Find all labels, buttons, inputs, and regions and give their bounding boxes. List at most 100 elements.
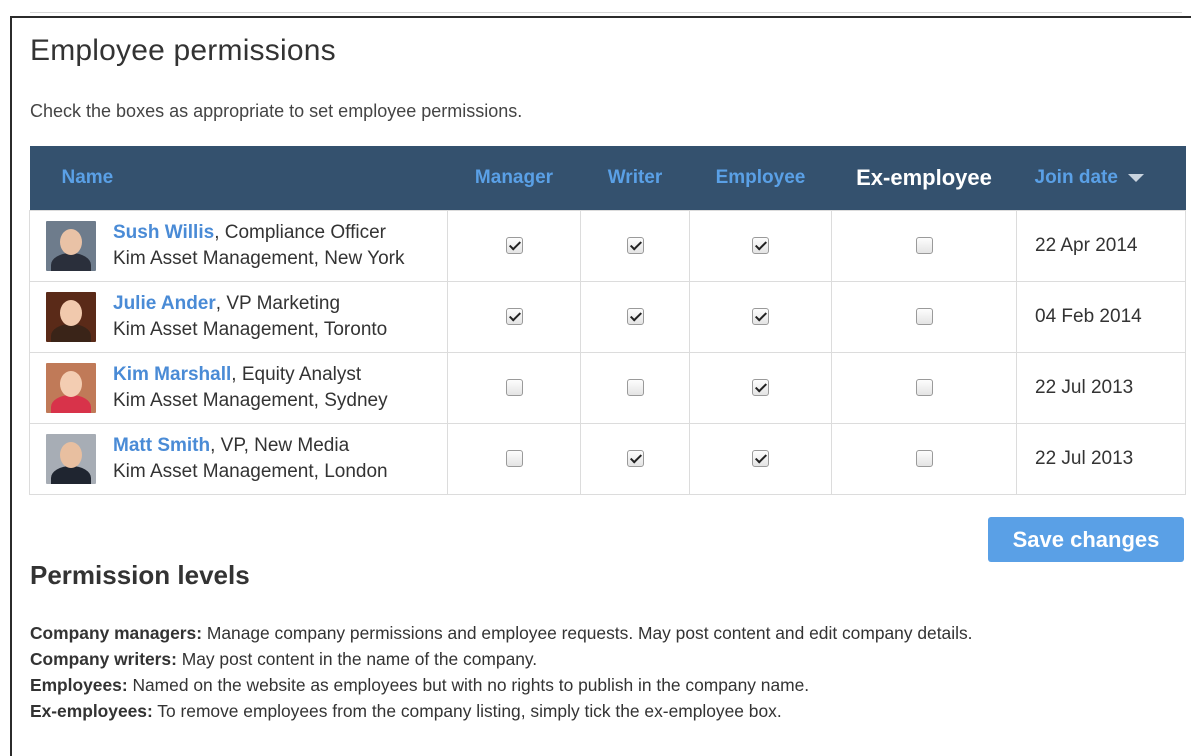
employee-company: Kim Asset Management, Toronto <box>113 318 388 340</box>
table-header-row: Name Manager Writer Employee Ex-employee… <box>29 146 1186 210</box>
ex-employee-checkbox[interactable] <box>915 449 933 467</box>
avatar-face <box>60 370 82 397</box>
cell-employee <box>689 351 832 424</box>
person: Kim Marshall, Equity Analyst Kim Asset Ma… <box>46 362 447 414</box>
join-date: 22 Apr 2014 <box>1016 209 1186 282</box>
cell-writer <box>580 351 690 424</box>
join-date: 22 Jul 2013 <box>1016 351 1186 424</box>
permission-term: Company managers: <box>30 623 203 643</box>
person-text: Kim Marshall, Equity Analyst Kim Asset Ma… <box>113 362 388 414</box>
cell-ex-employee <box>831 280 1017 353</box>
employee-role: , VP, New Media <box>210 434 350 456</box>
cell-ex-employee <box>831 422 1017 495</box>
employee-role: , Equity Analyst <box>231 363 362 385</box>
cell-employee: Matt Smith, VP, New Media Kim Asset Manag… <box>29 422 448 495</box>
employee-name-link[interactable]: Sush Willis <box>113 222 214 243</box>
header-name[interactable]: Name <box>30 146 448 210</box>
manager-checkbox[interactable] <box>505 236 523 254</box>
cell-manager <box>447 209 581 282</box>
person: Julie Ander, VP Marketing Kim Asset Manag… <box>46 291 447 343</box>
permission-level-item: Company managers: Manage company permiss… <box>30 620 972 646</box>
header-writer[interactable]: Writer <box>581 146 690 210</box>
cell-writer <box>580 422 690 495</box>
cell-ex-employee <box>831 209 1017 282</box>
employee-name-link[interactable]: Julie Ander <box>113 293 216 314</box>
employee-company: Kim Asset Management, Sydney <box>113 389 388 411</box>
permission-description: Named on the website as employees but wi… <box>127 675 810 695</box>
ex-employee-checkbox[interactable] <box>915 307 933 325</box>
join-date: 22 Jul 2013 <box>1016 422 1186 495</box>
writer-checkbox[interactable] <box>626 449 644 467</box>
employee-name-link[interactable]: Matt Smith <box>113 435 210 456</box>
employee-checkbox[interactable] <box>752 378 769 396</box>
permission-term: Ex-employees: <box>30 701 153 721</box>
avatar-body <box>51 323 91 342</box>
save-button[interactable]: Save changes <box>988 517 1184 562</box>
avatar <box>46 362 96 413</box>
employee-company: Kim Asset Management, New York <box>113 247 405 269</box>
table-row: Matt Smith, VP, New Media Kim Asset Manag… <box>29 422 1186 495</box>
cell-employee: Sush Willis, Compliance Officer Kim Asset… <box>29 209 448 282</box>
writer-checkbox[interactable] <box>626 307 644 325</box>
cell-employee <box>689 209 832 282</box>
header-ex-employee[interactable]: Ex-employee <box>832 146 1017 210</box>
cell-writer <box>580 280 690 353</box>
cell-manager <box>447 422 581 495</box>
person: Matt Smith, VP, New Media Kim Asset Manag… <box>46 433 447 485</box>
permission-description: Manage company permissions and employee … <box>202 623 973 643</box>
cell-manager <box>447 280 581 353</box>
cell-employee <box>689 280 832 353</box>
cell-ex-employee <box>831 351 1017 424</box>
person-text: Julie Ander, VP Marketing Kim Asset Manag… <box>113 291 387 343</box>
employee-checkbox[interactable] <box>752 307 769 325</box>
avatar-face <box>60 441 82 468</box>
permission-description: To remove employees from the company lis… <box>152 701 782 721</box>
ex-employee-checkbox[interactable] <box>915 378 933 396</box>
ex-employee-checkbox[interactable] <box>915 236 933 254</box>
manager-checkbox[interactable] <box>505 449 523 467</box>
permission-term: Employees: <box>30 675 128 695</box>
avatar-body <box>51 252 91 271</box>
employee-company: Kim Asset Management, London <box>113 460 388 482</box>
caret-down-icon[interactable] <box>1127 173 1144 182</box>
manager-checkbox[interactable] <box>505 307 523 325</box>
cell-employee: Kim Marshall, Equity Analyst Kim Asset Ma… <box>29 351 448 424</box>
employee-role: , VP Marketing <box>215 292 341 314</box>
manager-checkbox[interactable] <box>505 378 523 396</box>
table-row: Julie Ander, VP Marketing Kim Asset Manag… <box>29 280 1186 353</box>
avatar-face <box>60 299 82 326</box>
join-date: 04 Feb 2014 <box>1016 280 1186 353</box>
employee-checkbox[interactable] <box>752 236 769 254</box>
page-title: Employee permissions <box>30 34 336 67</box>
header-join-date-label: Join date <box>1034 166 1118 188</box>
header-employee[interactable]: Employee <box>690 146 832 210</box>
avatar <box>46 433 96 484</box>
employee-checkbox[interactable] <box>752 449 769 467</box>
avatar-face <box>60 228 82 255</box>
permission-term: Company writers: <box>30 649 177 669</box>
table-row: Kim Marshall, Equity Analyst Kim Asset Ma… <box>29 351 1186 424</box>
permission-levels-title: Permission levels <box>30 560 250 590</box>
table-row: Sush Willis, Compliance Officer Kim Asset… <box>29 209 1186 282</box>
permission-level-item: Company writers: May post content in the… <box>30 646 972 672</box>
permission-description: May post content in the name of the comp… <box>176 649 538 669</box>
employee-name-link[interactable]: Kim Marshall <box>113 364 231 385</box>
employee-role: , Compliance Officer <box>214 221 386 243</box>
header-join-date[interactable]: Join date <box>1017 146 1186 210</box>
header-manager[interactable]: Manager <box>448 146 581 210</box>
writer-checkbox[interactable] <box>626 236 644 254</box>
person-text: Matt Smith, VP, New Media Kim Asset Manag… <box>113 433 388 485</box>
avatar <box>46 220 96 271</box>
permission-level-item: Employees: Named on the website as emplo… <box>30 672 972 698</box>
permission-levels-list: Company managers: Manage company permiss… <box>30 620 972 724</box>
person-text: Sush Willis, Compliance Officer Kim Asset… <box>113 220 404 272</box>
avatar <box>46 291 96 342</box>
person: Sush Willis, Compliance Officer Kim Asset… <box>46 220 447 272</box>
writer-checkbox[interactable] <box>626 378 644 396</box>
avatar-body <box>51 394 91 413</box>
cell-manager <box>447 351 581 424</box>
cell-writer <box>580 209 690 282</box>
permission-level-item: Ex-employees: To remove employees from t… <box>30 698 972 724</box>
cell-employee <box>689 422 832 495</box>
permissions-table: Name Manager Writer Employee Ex-employee… <box>29 146 1186 495</box>
